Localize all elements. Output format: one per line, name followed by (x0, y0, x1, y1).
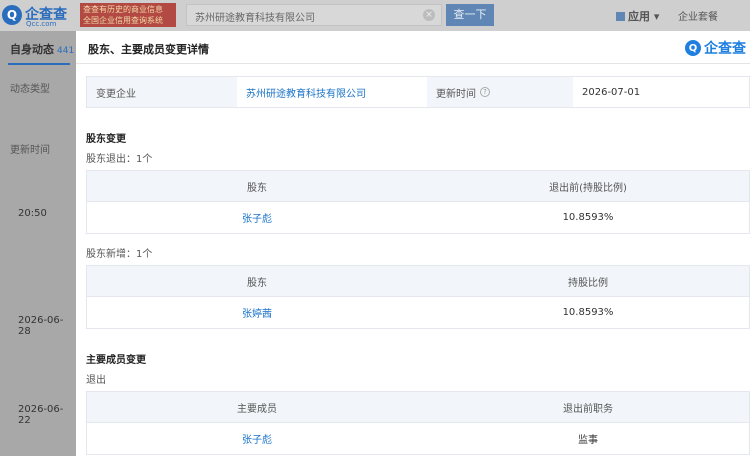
shareholder-link[interactable]: 张婷茜 (87, 305, 427, 320)
top-bar: Q 企查查 Qcc.com 查查有历史的商业信息 全国企业信用查询系统 苏州研途… (0, 0, 750, 31)
column-header: 股东 (247, 277, 267, 289)
table-header: 主要成员 退出前职务 (87, 392, 749, 423)
logo-sub: Qcc.com (26, 20, 57, 28)
table-header: 股东 持股比例 (87, 266, 749, 297)
member-exit-table: 主要成员 退出前职务 张子彪 监事 (86, 391, 750, 455)
tab-indicator (8, 63, 70, 65)
app-menu-label: 应用 (628, 10, 650, 23)
logo-mark-icon: Q (2, 5, 22, 25)
search-button[interactable]: 查一下 (446, 4, 494, 26)
shareholder-change-title: 股东变更 (86, 134, 126, 145)
member-position: 监事 (578, 435, 598, 446)
panel-title: 股东、主要成员变更详情 (88, 43, 209, 56)
column-header: 持股比例 (568, 277, 608, 289)
grid-icon (616, 12, 625, 21)
tab-label: 自身动态 (10, 43, 54, 56)
package-menu[interactable]: 企业套餐 (678, 8, 718, 23)
shareholder-exit-table: 股东 退出前(持股比例) 张子彪 10.8593% (86, 170, 750, 234)
change-detail-panel: 股东、主要成员变更详情 Q 企查查 变更企业 苏州研途教育科技有限公司 更新时间… (76, 31, 750, 456)
table-row: 张子彪 监事 (87, 423, 749, 454)
table-row: 张婷茜 10.8593% (87, 297, 749, 328)
logo-text: 企查查 (704, 41, 746, 57)
divider (76, 63, 750, 64)
app-menu[interactable]: 应用 ▾ (616, 8, 659, 24)
member-exit-title: 退出 (86, 375, 106, 386)
shareholder-exit-title: 股东退出：1个 (86, 154, 153, 165)
dynamics-sidebar: 自身动态 441 动态类型 更新时间 20:50 2026-06-28 2026-… (0, 31, 76, 456)
member-link[interactable]: 张子彪 (87, 431, 427, 446)
member-change-title: 主要成员变更 (86, 355, 146, 366)
company-link[interactable]: 苏州研途教育科技有限公司 (237, 77, 427, 107)
column-header: 股东 (247, 182, 267, 194)
update-time-label-text: 更新时间 (436, 88, 476, 100)
tab-self-dynamics[interactable]: 自身动态 441 (10, 41, 74, 57)
tab-count: 441 (57, 46, 75, 56)
search-input[interactable]: 苏州研途教育科技有限公司 × (186, 4, 442, 26)
change-info-row: 变更企业 苏州研途教育科技有限公司 更新时间 ? 2026-07-01 (86, 76, 750, 108)
help-icon[interactable]: ? (480, 87, 490, 97)
promo-banner[interactable]: 查查有历史的商业信息 全国企业信用查询系统 (80, 3, 176, 27)
site-logo[interactable]: Q 企查查 Qcc.com (2, 3, 78, 28)
share-ratio: 10.8593% (562, 307, 614, 318)
search-value: 苏州研途教育科技有限公司 (195, 13, 315, 24)
column-header: 主要成员 (237, 403, 277, 415)
update-time-value: 2026-07-01 (582, 86, 641, 98)
update-time-label: 更新时间 ? (427, 77, 573, 107)
shareholder-add-title: 股东新增：1个 (86, 249, 153, 260)
column-header: 退出前(持股比例) (549, 182, 627, 194)
shareholder-add-table: 股东 持股比例 张婷茜 10.8593% (86, 265, 750, 329)
timeline-date: 20:50 (18, 208, 47, 219)
logo-mark-icon: Q (685, 40, 701, 56)
shareholder-link[interactable]: 张子彪 (87, 210, 427, 225)
column-header: 退出前职务 (563, 403, 613, 415)
table-row: 张子彪 10.8593% (87, 202, 749, 233)
filter-label: 动态类型 (10, 84, 50, 95)
share-ratio: 10.8593% (562, 212, 614, 223)
table-header: 股东 退出前(持股比例) (87, 171, 749, 202)
timeline-date: 2026-06-28 (18, 315, 64, 337)
clear-icon[interactable]: × (423, 9, 435, 21)
company-label: 变更企业 (87, 77, 237, 107)
panel-logo: Q 企查查 (685, 38, 746, 58)
update-time-header: 更新时间 (10, 145, 50, 156)
timeline-date: 2026-06-22 (18, 404, 64, 426)
